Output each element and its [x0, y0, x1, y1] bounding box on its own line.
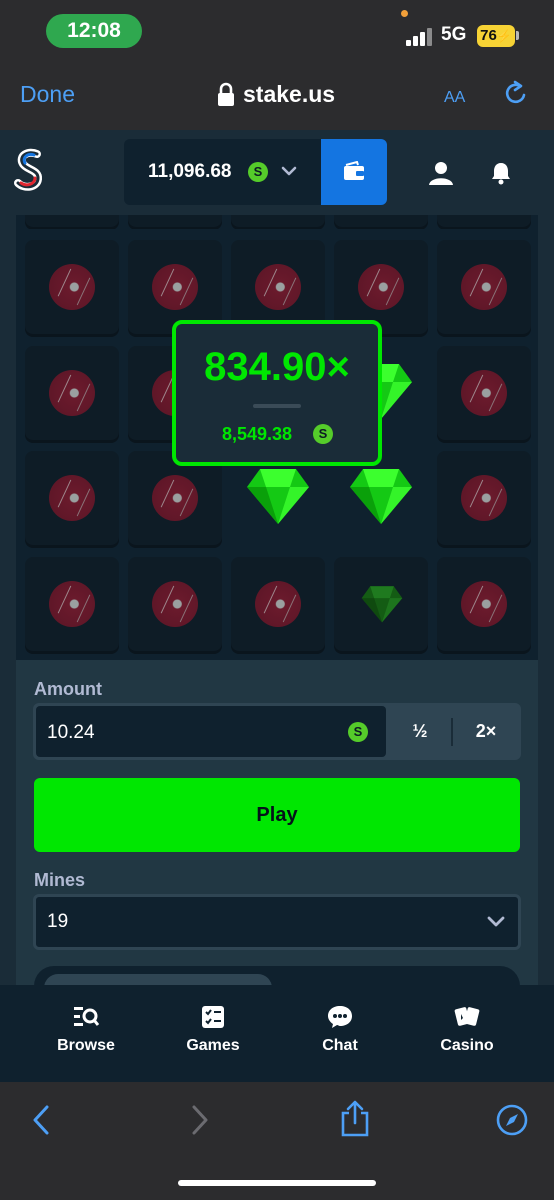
mine-icon: [49, 581, 95, 627]
popup-divider: [253, 404, 301, 408]
nav-chat[interactable]: Chat: [285, 1005, 395, 1055]
mine-icon: [358, 264, 404, 310]
nav-label: Browse: [57, 1037, 115, 1054]
win-amount: 8,549.38: [222, 424, 293, 444]
reload-icon[interactable]: [502, 80, 530, 108]
tile-mine[interactable]: [25, 557, 119, 651]
nav-label: Games: [186, 1037, 240, 1054]
battery-icon: 76⚡: [477, 25, 515, 47]
button-divider: [451, 718, 453, 746]
currency-coin-icon: S: [313, 424, 333, 444]
board-top-row-partial: [0, 215, 554, 229]
nav-label: Casino: [440, 1037, 494, 1054]
compass-icon[interactable]: [496, 1104, 528, 1136]
stake-logo-icon[interactable]: [12, 148, 46, 192]
mines-value: 19: [47, 911, 69, 932]
balance-value: 11,096.68: [148, 161, 232, 182]
panel-edge-left: [0, 215, 16, 985]
tile-partial: [231, 215, 325, 227]
mines-select[interactable]: [33, 894, 521, 950]
games-icon: [202, 1006, 224, 1028]
share-icon[interactable]: [339, 1100, 371, 1138]
nav-browse[interactable]: Browse: [31, 1005, 141, 1055]
tile-mine[interactable]: [25, 240, 119, 334]
gem-icon: [361, 586, 403, 623]
mine-icon: [49, 264, 95, 310]
home-indicator: [178, 1180, 376, 1186]
amount-value: 10.24: [47, 722, 95, 743]
mine-icon: [152, 264, 198, 310]
battery-tip: [516, 31, 519, 40]
win-multiplier: 834.90×: [204, 345, 350, 389]
nav-casino[interactable]: Casino: [412, 1005, 522, 1055]
done-button[interactable]: Done: [20, 81, 75, 108]
chevron-down-icon: [281, 166, 297, 176]
mine-icon: [461, 475, 507, 521]
text-size-button[interactable]: AA: [444, 82, 465, 108]
mine-icon: [461, 581, 507, 627]
nav-label: Chat: [322, 1037, 358, 1054]
lock-icon: [218, 82, 234, 106]
mines-label: Mines: [34, 870, 86, 890]
gem-icon: [350, 469, 412, 524]
signal-icon: [406, 28, 432, 46]
chat-icon: [328, 1006, 352, 1028]
tile-gem-dim[interactable]: [334, 557, 428, 651]
currency-coin-icon: S: [348, 722, 368, 742]
tile-mine[interactable]: [128, 557, 222, 651]
amount-label: Amount: [34, 679, 102, 699]
half-bet-button[interactable]: ½: [388, 706, 452, 757]
tile-partial: [334, 215, 428, 227]
tile-mine[interactable]: [25, 451, 119, 545]
casino-icon: [454, 1007, 480, 1026]
chevron-down-icon: [487, 916, 505, 927]
nav-games[interactable]: Games: [158, 1005, 268, 1055]
tile-partial: [128, 215, 222, 227]
play-button[interactable]: Play: [34, 778, 520, 852]
mine-icon: [255, 264, 301, 310]
wallet-icon: [344, 161, 364, 180]
mine-icon: [152, 581, 198, 627]
bell-icon[interactable]: [490, 161, 512, 185]
mine-icon: [461, 264, 507, 310]
text-size-label: AA: [444, 89, 466, 106]
tile-partial: [25, 215, 119, 227]
tile-partial: [437, 215, 531, 227]
tile-mine[interactable]: [437, 346, 531, 440]
network-type: 5G: [441, 24, 467, 45]
user-icon[interactable]: [428, 160, 454, 186]
currency-coin-icon: S: [248, 162, 268, 182]
back-arrow-icon[interactable]: [31, 1104, 51, 1136]
mine-icon: [49, 370, 95, 416]
browse-icon: [74, 1007, 99, 1026]
double-bet-button[interactable]: 2×: [454, 706, 518, 757]
mine-icon: [152, 475, 198, 521]
privacy-indicator-icon: [401, 10, 408, 17]
tile-mine[interactable]: [437, 240, 531, 334]
battery-level: 76: [480, 27, 497, 44]
tile-mine[interactable]: [437, 557, 531, 651]
tile-mine[interactable]: [437, 451, 531, 545]
mine-icon: [49, 475, 95, 521]
tile-mine[interactable]: [231, 557, 325, 651]
panel-edge-right: [538, 215, 554, 985]
mine-icon: [255, 581, 301, 627]
url-field[interactable]: stake.us: [243, 81, 335, 108]
forward-arrow-icon[interactable]: [190, 1104, 210, 1136]
mine-icon: [461, 370, 507, 416]
tile-mine[interactable]: [25, 346, 119, 440]
status-time: 12:08: [46, 14, 142, 48]
gem-icon: [247, 469, 309, 524]
wallet-button[interactable]: [321, 139, 387, 205]
